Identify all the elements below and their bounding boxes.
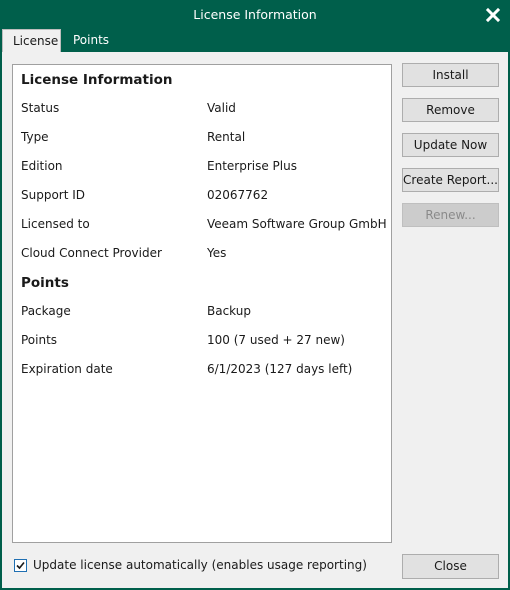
window-title: License Information <box>193 7 317 22</box>
tab-content: License Information Status Valid Type Re… <box>2 52 508 588</box>
support-id-label: Support ID <box>21 188 86 202</box>
expiration-value: 6/1/2023 (127 days left) <box>207 362 353 376</box>
auto-update-checkbox[interactable] <box>14 559 27 572</box>
update-now-button[interactable]: Update Now <box>402 133 499 157</box>
remove-button[interactable]: Remove <box>402 98 499 122</box>
install-button[interactable]: Install <box>402 63 499 87</box>
close-icon[interactable] <box>485 7 501 23</box>
licensed-to-value: Veeam Software Group GmbH <box>207 217 387 231</box>
points-value: 100 (7 used + 27 new) <box>207 333 345 347</box>
package-value: Backup <box>207 304 251 318</box>
checkmark-icon <box>16 561 25 570</box>
expiration-label: Expiration date <box>21 362 113 376</box>
renew-button[interactable]: Renew... <box>402 203 499 227</box>
package-label: Package <box>21 304 71 318</box>
points-section-title: Points <box>21 275 69 291</box>
close-button[interactable]: Close <box>402 554 499 579</box>
support-id-value: 02067762 <box>207 188 269 202</box>
type-label: Type <box>21 130 49 144</box>
licensed-to-label: Licensed to <box>21 217 90 231</box>
tab-points[interactable]: Points <box>63 29 119 53</box>
tab-license[interactable]: License <box>2 29 61 53</box>
points-label: Points <box>21 333 58 347</box>
license-section-title: License Information <box>21 72 173 88</box>
cloud-connect-label: Cloud Connect Provider <box>21 246 162 260</box>
edition-label: Edition <box>21 159 63 173</box>
status-value: Valid <box>207 101 236 115</box>
license-info-panel: License Information Status Valid Type Re… <box>12 64 392 543</box>
create-report-button[interactable]: Create Report... <box>402 168 499 192</box>
title-bar: License Information <box>0 0 510 30</box>
type-value: Rental <box>207 130 246 144</box>
cloud-connect-value: Yes <box>207 246 227 260</box>
edition-value: Enterprise Plus <box>207 159 297 173</box>
tab-bar: License Points <box>0 29 510 53</box>
auto-update-label[interactable]: Update license automatically (enables us… <box>33 558 367 572</box>
status-label: Status <box>21 101 60 115</box>
